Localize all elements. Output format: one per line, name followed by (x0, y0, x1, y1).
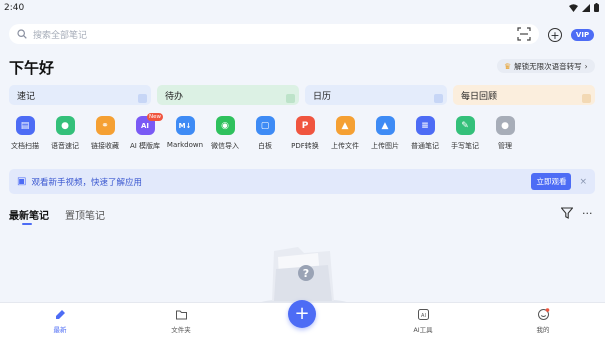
status-bar: 2:40 (0, 0, 605, 15)
microphone-icon: ● (55, 116, 75, 135)
banner-text: 观看新手视频，快速了解应用 (31, 177, 142, 188)
svg-text:AI: AI (421, 313, 426, 319)
link-icon: ⚭ (95, 116, 115, 135)
quick-card[interactable]: 速记 (9, 85, 151, 105)
upload-image-icon: ▲ (375, 116, 395, 135)
voice-promo-link[interactable]: ♛ 解锁无限次语音转写 › (497, 59, 595, 73)
tool-item[interactable]: ▤ 文档扫描 (5, 116, 45, 151)
new-badge: New (147, 113, 163, 121)
tool-item[interactable]: ⚭ 链接收藏 (85, 116, 125, 151)
promo-text: 解锁无限次语音转写 (514, 61, 582, 71)
card-decoration-icon (434, 94, 443, 103)
add-icon[interactable]: + (548, 28, 562, 42)
quick-card[interactable]: 日历 (305, 85, 447, 105)
tool-label: 手写笔记 (451, 142, 479, 150)
tool-item[interactable]: AI New AI 模版库 (125, 113, 165, 151)
tool-label: 上传文件 (331, 142, 359, 150)
wechat-icon: ◉ (215, 116, 235, 135)
tool-label: 链接收藏 (91, 142, 119, 150)
search-icon (17, 29, 27, 39)
quick-card-label: 每日回顾 (461, 91, 498, 102)
create-note-button[interactable]: + (288, 300, 316, 328)
note-tabs: 最新笔记 置顶笔记 (9, 207, 105, 225)
tool-item[interactable]: ≡ 普通笔记 (405, 116, 445, 151)
nav-label: AI工具 (413, 326, 433, 334)
battery-icon (594, 3, 599, 12)
tool-item[interactable]: ◉ 微信导入 (205, 116, 245, 151)
tutorial-banner[interactable]: ▣ 观看新手视频，快速了解应用 立即观看 × (9, 169, 595, 194)
card-decoration-icon (582, 94, 591, 103)
card-decoration-icon (138, 94, 147, 103)
tool-label: 管理 (498, 142, 512, 150)
tool-item[interactable]: ✎ 手写笔记 (445, 116, 485, 151)
latest-note-icon (55, 310, 65, 319)
profile-icon (537, 308, 549, 320)
close-icon[interactable]: × (579, 177, 587, 187)
tool-grid: ▤ 文档扫描 ● 语音速记 ⚭ 链接收藏 AI New AI 模版库 M↓ Markdown ◉ 微信导… (5, 113, 525, 151)
markdown-icon: M↓ (175, 116, 195, 135)
status-icons (569, 3, 599, 12)
tool-label: 语音速记 (51, 142, 79, 150)
chevron-right-icon: › (584, 61, 588, 71)
quick-cards: 速记 待办 日历 每日回顾 (9, 85, 595, 105)
upload-file-icon: ▲ (335, 116, 355, 135)
tool-label: AI 模版库 (129, 142, 161, 150)
quick-card-label: 待办 (165, 91, 184, 102)
tool-item[interactable]: ▲ 上传文件 (325, 116, 365, 151)
tool-label: 文档扫描 (11, 142, 39, 150)
whiteboard-icon: ▢ (255, 116, 275, 135)
tool-label: 白板 (258, 142, 272, 150)
manage-icon: ● (495, 116, 515, 135)
signal-icon (582, 3, 590, 12)
tool-item[interactable]: P PDF转换 (285, 116, 325, 151)
tool-label: 普通笔记 (411, 142, 439, 150)
more-icon[interactable]: ··· (582, 207, 593, 220)
nav-ai-tools[interactable]: AI AI工具 (403, 308, 443, 334)
tab-pinned-notes[interactable]: 置顶笔记 (65, 207, 105, 222)
watch-now-button[interactable]: 立即观看 (531, 173, 572, 190)
tool-item[interactable]: ▲ 上传图片 (365, 116, 405, 151)
tool-label: 微信导入 (211, 142, 239, 150)
scan-icon[interactable] (517, 27, 531, 41)
scan-doc-icon: ▤ (15, 116, 35, 135)
nav-latest[interactable]: 最新 (40, 308, 80, 334)
pdf-icon: P (295, 116, 315, 135)
filter-icon[interactable] (561, 207, 573, 219)
note-icon: ≡ (415, 116, 435, 135)
quick-card-label: 日历 (313, 91, 332, 102)
handwrite-icon: ✎ (455, 116, 475, 135)
card-decoration-icon (286, 94, 295, 103)
quick-card[interactable]: 每日回顾 (453, 85, 595, 105)
svg-text:?: ? (303, 267, 309, 280)
quick-card-label: 速记 (17, 91, 36, 102)
quick-card[interactable]: 待办 (157, 85, 299, 105)
nav-folder[interactable]: 文件夹 (161, 308, 201, 334)
tool-label: PDF转换 (291, 142, 319, 150)
search-input[interactable]: 搜索全部笔记 (9, 24, 539, 44)
greeting-title: 下午好 (9, 59, 55, 77)
video-icon: ▣ (17, 176, 27, 187)
nav-label: 最新 (53, 326, 67, 334)
nav-label: 文件夹 (171, 326, 191, 334)
ai-tools-icon: AI (417, 309, 429, 320)
tool-item[interactable]: ● 管理 (485, 116, 525, 151)
status-time: 2:40 (4, 2, 25, 13)
tool-item[interactable]: M↓ Markdown (165, 116, 205, 151)
tool-label: Markdown (166, 141, 204, 149)
wifi-icon (569, 3, 578, 12)
nav-profile[interactable]: 我的 (523, 308, 563, 334)
search-placeholder: 搜索全部笔记 (33, 30, 88, 41)
tool-label: 上传图片 (371, 142, 399, 150)
tab-latest-notes[interactable]: 最新笔记 (9, 207, 49, 225)
crown-icon: ♛ (504, 61, 512, 71)
nav-label: 我的 (536, 326, 550, 334)
empty-notes-illustration: ? (260, 247, 348, 305)
tool-item[interactable]: ● 语音速记 (45, 116, 85, 151)
tool-item[interactable]: ▢ 白板 (245, 116, 285, 151)
vip-badge[interactable]: VIP (571, 29, 594, 41)
folder-icon (175, 310, 187, 320)
